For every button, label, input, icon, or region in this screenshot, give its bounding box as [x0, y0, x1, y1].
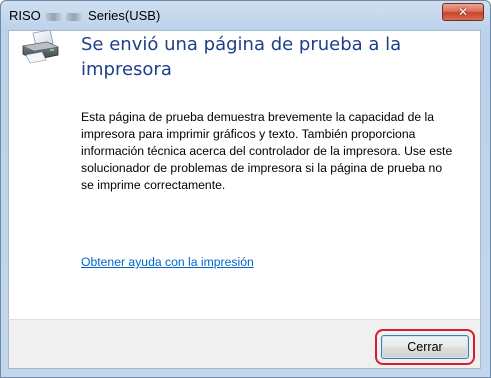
title-bar[interactable]: RISO Series(USB) ✕: [1, 1, 490, 31]
window-title: RISO Series(USB): [9, 8, 160, 23]
printer-icon: [21, 30, 60, 64]
dialog-body-text: Esta página de prueba demuestra brevemen…: [81, 110, 453, 192]
redacted-model-name: [46, 12, 63, 21]
dialog-heading: Se envió una página de prueba a la impre…: [81, 34, 402, 80]
close-icon: ✕: [457, 5, 469, 19]
redacted-model-name-2: [66, 12, 83, 21]
window-close-button[interactable]: ✕: [442, 3, 484, 21]
cerrar-button[interactable]: Cerrar: [381, 335, 469, 359]
get-help-link[interactable]: Obtener ayuda con la impresión: [81, 255, 254, 269]
title-suffix: Series(USB): [88, 8, 161, 23]
title-prefix: RISO: [9, 8, 41, 23]
